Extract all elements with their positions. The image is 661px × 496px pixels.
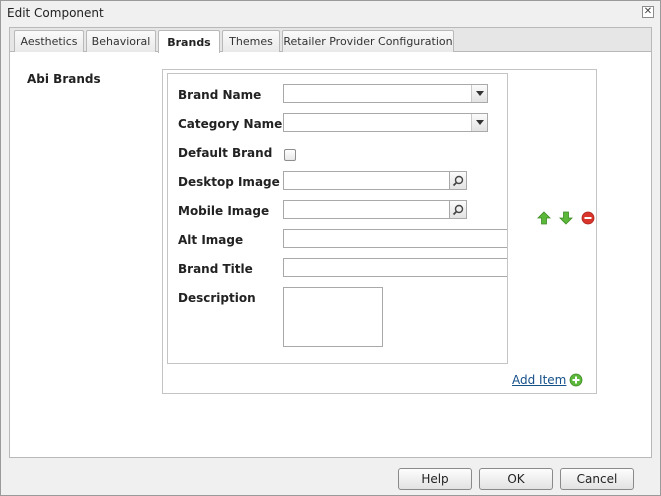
tab-behavioral[interactable]: Behavioral <box>86 30 156 52</box>
close-button[interactable]: ✕ <box>642 6 654 18</box>
ok-button[interactable]: OK <box>479 468 553 490</box>
desktop-image-label: Desktop Image <box>178 175 280 189</box>
default-brand-checkbox[interactable] <box>284 149 296 161</box>
tab-retailer-provider-configuration[interactable]: Retailer Provider Configuration <box>282 30 454 52</box>
abi-brands-label: Abi Brands <box>27 72 101 86</box>
desktop-image-field[interactable] <box>283 171 467 190</box>
category-name-select[interactable] <box>283 113 488 132</box>
brand-item-panel: Brand Name Category Name Default Brand D… <box>167 73 508 364</box>
category-name-label: Category Name <box>178 117 283 131</box>
dialog-title: Edit Component <box>7 6 104 20</box>
dialog-body: Aesthetics Behavioral Brands Themes Reta… <box>9 27 652 458</box>
default-brand-label: Default Brand <box>178 146 273 160</box>
alt-image-label: Alt Image <box>178 233 244 247</box>
description-label: Description <box>178 291 256 305</box>
alt-image-input[interactable] <box>283 229 507 248</box>
brand-title-input[interactable] <box>283 258 507 277</box>
mobile-image-label: Mobile Image <box>178 204 270 218</box>
tab-aesthetics[interactable]: Aesthetics <box>14 30 84 52</box>
tab-themes[interactable]: Themes <box>222 30 280 52</box>
edit-component-dialog: Edit Component ✕ Aesthetics Behavioral B… <box>0 0 661 496</box>
chevron-down-icon[interactable] <box>471 85 487 102</box>
description-textarea[interactable] <box>283 287 383 347</box>
arrow-up-icon[interactable] <box>537 211 551 225</box>
close-icon: ✕ <box>643 6 653 17</box>
tab-brands[interactable]: Brands <box>158 30 220 53</box>
chevron-down-icon[interactable] <box>471 114 487 131</box>
brands-multifield: Brand Name Category Name Default Brand D… <box>162 69 597 394</box>
help-button[interactable]: Help <box>398 468 472 490</box>
tab-bar: Aesthetics Behavioral Brands Themes Reta… <box>10 28 651 53</box>
brand-name-select[interactable] <box>283 84 488 103</box>
arrow-down-icon[interactable] <box>559 211 573 225</box>
add-item-link[interactable]: Add Item <box>512 373 566 387</box>
brand-title-label: Brand Title <box>178 262 253 276</box>
brand-name-label: Brand Name <box>178 88 262 102</box>
remove-icon[interactable] <box>581 211 595 225</box>
cancel-button[interactable]: Cancel <box>560 468 634 490</box>
dialog-titlebar[interactable]: Edit Component ✕ <box>1 1 660 25</box>
search-icon[interactable] <box>449 200 467 219</box>
add-icon[interactable] <box>569 373 583 387</box>
mobile-image-field[interactable] <box>283 200 467 219</box>
search-icon[interactable] <box>449 171 467 190</box>
